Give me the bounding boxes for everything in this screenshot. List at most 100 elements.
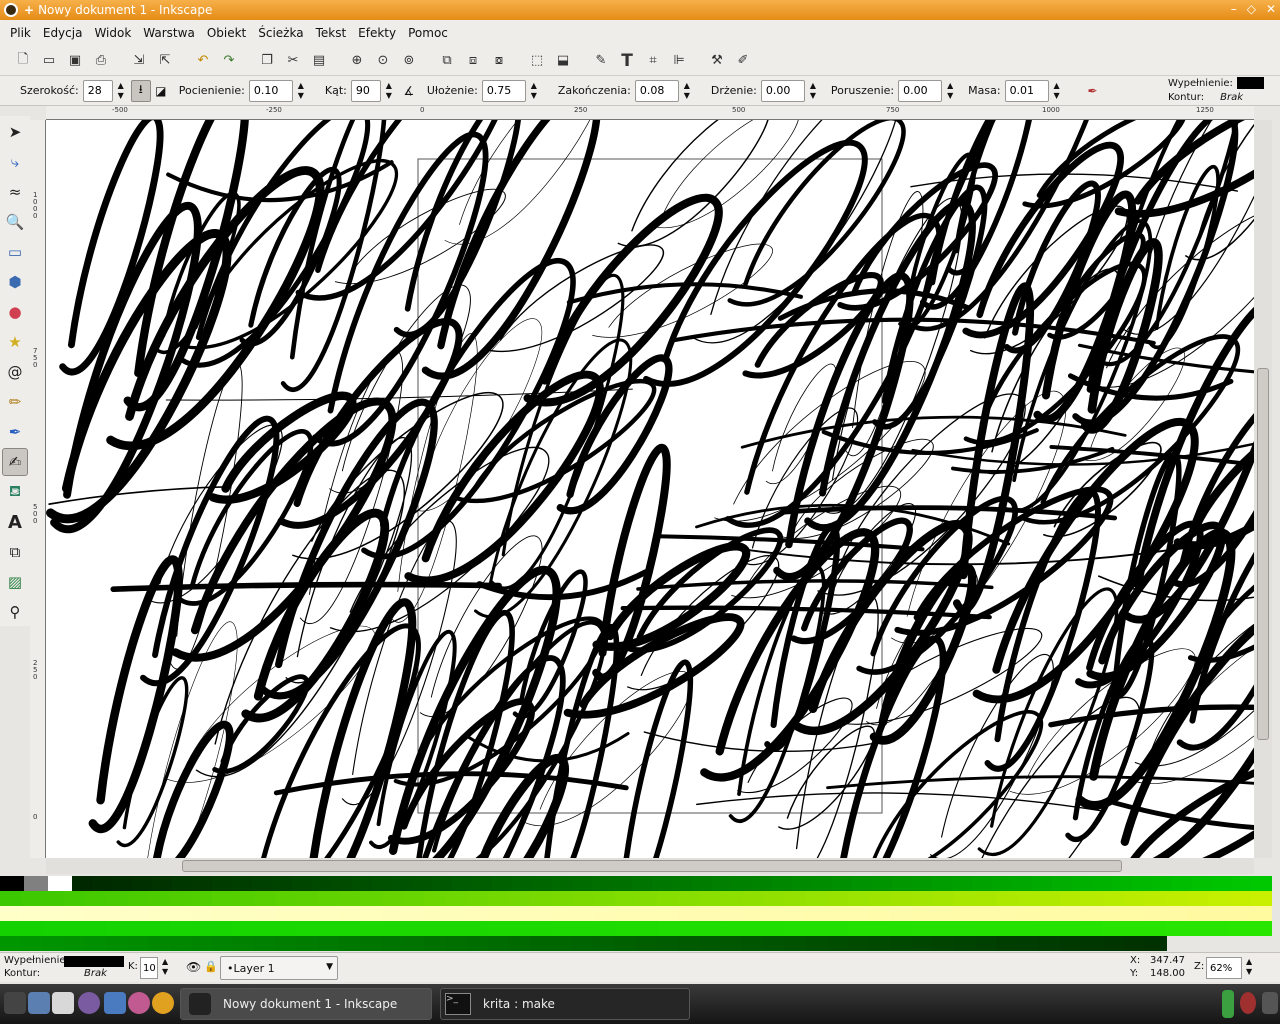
status-fill-swatch[interactable] (64, 956, 124, 967)
group-icon[interactable]: ⬚ (526, 50, 548, 72)
zoom-tool-icon[interactable]: 🔍 (2, 208, 28, 236)
power-icon[interactable] (1262, 992, 1278, 1014)
horizontal-scrollbar[interactable] (46, 858, 1254, 874)
desktop-icon[interactable] (28, 992, 50, 1014)
clock-icon[interactable] (152, 992, 174, 1014)
mass-input[interactable] (1004, 79, 1049, 102)
text-font-icon[interactable]: T (616, 50, 638, 72)
vertical-scroll-thumb[interactable] (1257, 368, 1269, 740)
angle-tilt-icon[interactable]: ∡ (399, 80, 419, 102)
stroke-value[interactable]: Brak (1220, 92, 1243, 103)
document-properties-icon[interactable]: ✐ (732, 50, 754, 72)
calligraphy-tool-icon[interactable]: ✍ (2, 448, 28, 476)
unlink-clone-icon[interactable]: ⧇ (488, 50, 510, 72)
wiggle-stepper[interactable]: ▲ ▼ (944, 81, 956, 101)
selector-tool-icon[interactable]: ➤ (2, 118, 28, 146)
opacity-stepper[interactable]: ▲ ▼ (162, 957, 168, 977)
menu-help[interactable]: Pomoc (402, 26, 454, 40)
horizontal-scroll-thumb[interactable] (182, 860, 1122, 872)
fill-stroke-icon[interactable]: ✎ (590, 50, 612, 72)
zoom-stepper[interactable]: ▲ ▼ (1246, 957, 1252, 977)
node-tool-icon[interactable]: ⤷ (2, 148, 28, 176)
color-palette[interactable] (0, 876, 1273, 952)
menu-path[interactable]: Ścieżka (252, 26, 309, 40)
open-icon[interactable]: ▭ (38, 50, 60, 72)
layer-dropdown[interactable]: •Layer 1 ▼ (220, 956, 338, 980)
align-icon[interactable]: ⊫ (668, 50, 690, 72)
minimize-icon[interactable]: – (1231, 2, 1237, 16)
pen-tool-icon[interactable]: ✒ (2, 418, 28, 446)
network-icon[interactable] (1240, 992, 1256, 1014)
zoom-input[interactable] (1206, 957, 1242, 979)
tremor-stepper[interactable]: ▲ ▼ (807, 81, 819, 101)
fixation-stepper[interactable]: ▲ ▼ (528, 81, 540, 101)
caps-stepper[interactable]: ▲ ▼ (681, 81, 693, 101)
thinning-input[interactable] (248, 79, 293, 102)
maximize-icon[interactable]: ◇ (1247, 2, 1256, 16)
thinning-stepper[interactable]: ▲ ▼ (295, 81, 307, 101)
palette-swatches[interactable] (0, 876, 1273, 952)
app-menu-icon[interactable] (4, 992, 26, 1014)
zoom-selection-icon[interactable]: ⊕ (346, 50, 368, 72)
undo-icon[interactable]: ↶ (192, 50, 214, 72)
new-document-icon[interactable]: 🗋 (12, 50, 34, 72)
width-input[interactable] (82, 79, 113, 102)
star-tool-icon[interactable]: ★ (2, 328, 28, 356)
clone-icon[interactable]: ⧈ (462, 50, 484, 72)
pressure-toggle-icon[interactable]: ⭳ (130, 79, 151, 102)
task-terminal[interactable]: >_ krita : make (440, 988, 690, 1020)
vertical-scrollbar[interactable] (1254, 120, 1272, 858)
tremor-input[interactable] (760, 79, 805, 102)
box3d-tool-icon[interactable]: ⬢ (2, 268, 28, 296)
fixation-input[interactable] (481, 79, 526, 102)
status-stroke-value[interactable]: Brak (84, 968, 107, 979)
import-icon[interactable]: ⇲ (128, 50, 150, 72)
menu-layer[interactable]: Warstwa (137, 26, 201, 40)
visibility-eye-icon[interactable]: 👁 (186, 960, 201, 974)
wiggle-input[interactable] (898, 79, 943, 102)
horizontal-ruler[interactable]: -500 -250 0 250 500 750 1000 1250 (46, 106, 1254, 120)
menu-effects[interactable]: Efekty (352, 26, 402, 40)
preferences-icon[interactable]: ⚒ (706, 50, 728, 72)
lock-icon[interactable]: 🔒 (204, 960, 218, 973)
files-icon[interactable] (52, 992, 74, 1014)
menu-edit[interactable]: Edycja (37, 26, 89, 40)
opacity-input[interactable] (140, 957, 158, 979)
task-inkscape[interactable]: Nowy dokument 1 - Inkscape (180, 988, 432, 1020)
angle-input[interactable] (350, 79, 381, 102)
menu-text[interactable]: Tekst (310, 26, 353, 40)
brush-icon[interactable]: ✒ (1083, 80, 1103, 102)
caps-input[interactable] (634, 79, 679, 102)
chat-icon[interactable] (128, 992, 150, 1014)
menu-file[interactable]: Plik (4, 26, 37, 40)
rectangle-tool-icon[interactable]: ▭ (2, 238, 28, 266)
gradient-tool-icon[interactable]: ▨ (2, 568, 28, 596)
tilt-toggle-icon[interactable]: ◪ (151, 80, 171, 102)
print-icon[interactable]: ⎙ (90, 50, 112, 72)
paste-icon[interactable]: ▤ (308, 50, 330, 72)
browser-icon[interactable] (78, 992, 100, 1014)
width-stepper[interactable]: ▲ ▼ (115, 81, 127, 101)
settings-icon[interactable] (104, 992, 126, 1014)
duplicate-icon[interactable]: ⧉ (436, 50, 458, 72)
zoom-drawing-icon[interactable]: ⊙ (372, 50, 394, 72)
export-icon[interactable]: ⇱ (154, 50, 176, 72)
zoom-page-icon[interactable]: ⊚ (398, 50, 420, 72)
menu-view[interactable]: Widok (88, 26, 137, 40)
menu-object[interactable]: Obiekt (201, 26, 252, 40)
pencil-tool-icon[interactable]: ✏ (2, 388, 28, 416)
connector-tool-icon[interactable]: ⧉ (2, 538, 28, 566)
redo-icon[interactable]: ↷ (218, 50, 240, 72)
xml-editor-icon[interactable]: ⌗ (642, 50, 664, 72)
vertical-ruler[interactable]: 1000 750 500 250 0 (30, 120, 46, 858)
drawing-canvas[interactable] (46, 120, 1254, 858)
close-icon[interactable]: ✕ (1266, 2, 1276, 16)
spiral-tool-icon[interactable]: @ (2, 358, 28, 386)
paint-bucket-tool-icon[interactable]: ⛾ (2, 478, 28, 506)
angle-stepper[interactable]: ▲ ▼ (383, 81, 395, 101)
cut-icon[interactable]: ✂ (282, 50, 304, 72)
ungroup-icon[interactable]: ⬓ (552, 50, 574, 72)
ellipse-tool-icon[interactable]: ● (2, 298, 28, 326)
mass-stepper[interactable]: ▲ ▼ (1051, 81, 1063, 101)
fill-swatch[interactable] (1236, 77, 1264, 89)
